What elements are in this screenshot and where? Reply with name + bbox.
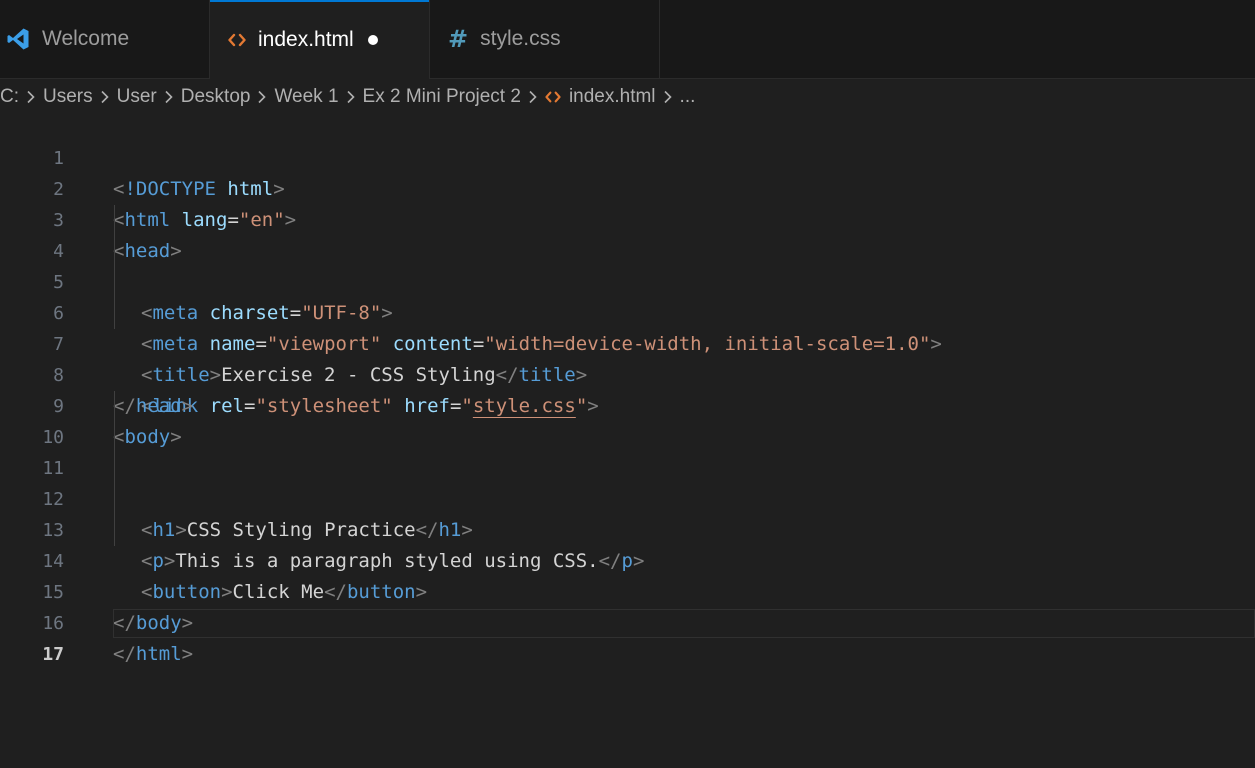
chevron-right-icon (528, 90, 538, 104)
breadcrumb-drive[interactable]: C: (0, 86, 19, 108)
code-line[interactable]: 6 <title>Exercise 2 - CSS Styling</title… (0, 267, 1255, 386)
chevron-right-icon (164, 90, 174, 104)
code-line[interactable]: 2 <html lang="en"> (0, 143, 1255, 231)
breadcrumb-week-1[interactable]: Week 1 (274, 86, 338, 108)
indent-guide (114, 453, 115, 484)
chevron-right-icon (26, 90, 36, 104)
tab-welcome[interactable]: Welcome (0, 0, 210, 78)
tag-name: html (135, 643, 182, 665)
code-line[interactable]: 7 <link rel="stylesheet" href="style.css… (0, 298, 1255, 417)
code-line[interactable]: 13 <button>Click Me</button> (0, 484, 1255, 603)
chevron-right-icon (257, 90, 267, 104)
code-line[interactable]: 16 </html> (0, 577, 1255, 665)
css-hash-icon: # (448, 25, 469, 53)
tab-bar: Welcome index.html # style.css (0, 0, 1255, 79)
tab-bar-empty-area[interactable] (660, 0, 1255, 78)
code-line[interactable]: 8 </head> (0, 329, 1255, 417)
current-line-highlight (113, 609, 1255, 638)
chevron-right-icon (100, 90, 110, 104)
breadcrumb-users[interactable]: Users (43, 86, 93, 108)
tab-label: index.html (258, 27, 354, 51)
tab-label: style.css (480, 27, 561, 50)
code-line[interactable]: 14 (0, 515, 1255, 572)
indent-guide (114, 422, 115, 453)
breadcrumb-file-label: index.html (568, 86, 656, 107)
breadcrumb-user[interactable]: User (117, 86, 157, 108)
indent-guide (114, 205, 115, 236)
indent-guide (114, 236, 115, 267)
code-area[interactable]: 1 <!DOCTYPE html> 2 <html lang="en"> 3 <… (0, 112, 1255, 665)
code-line[interactable]: 4 <meta charset="UTF-8"> (0, 205, 1255, 324)
code-line[interactable]: 10 (0, 391, 1255, 448)
breadcrumb-more[interactable]: ... (680, 86, 696, 108)
breadcrumb-project-folder[interactable]: Ex 2 Mini Project 2 (363, 86, 521, 108)
indent-guide (114, 267, 115, 298)
breadcrumb: C: Users User Desktop Week 1 Ex 2 Mini P… (0, 79, 1255, 115)
code-line[interactable]: 9 <body> (0, 360, 1255, 448)
vscode-logo-icon (6, 27, 30, 51)
line-number-current: 17 (42, 644, 64, 665)
indent-guide (114, 515, 115, 546)
code-line[interactable]: 1 <!DOCTYPE html> (0, 112, 1255, 200)
breadcrumb-file[interactable]: index.html (545, 86, 656, 108)
indent-guide (114, 484, 115, 515)
unsaved-dot-icon[interactable] (367, 34, 378, 45)
indent-guide (114, 298, 115, 329)
chevron-right-icon (663, 90, 673, 104)
tab-index-html[interactable]: index.html (210, 0, 430, 79)
code-line[interactable]: 5 <meta name="viewport" content="width=d… (0, 236, 1255, 355)
current-code-line[interactable]: 17 (0, 608, 1255, 665)
tab-style-css[interactable]: # style.css (430, 0, 660, 78)
code-line[interactable]: 3 <head> (0, 174, 1255, 262)
chevron-right-icon (346, 90, 356, 104)
html-file-icon (228, 32, 246, 48)
tab-label: Welcome (42, 27, 130, 50)
indent-guide (114, 391, 115, 422)
html-file-icon (545, 90, 561, 104)
code-line[interactable]: 15 </body> (0, 546, 1255, 634)
code-line[interactable]: 12 <p>This is a paragraph styled using C… (0, 453, 1255, 572)
code-line[interactable]: 11 <h1>CSS Styling Practice</h1> (0, 422, 1255, 541)
code-editor: Welcome index.html # style.css C: Users … (0, 0, 1255, 768)
line-content: </html> (113, 643, 194, 665)
breadcrumb-desktop[interactable]: Desktop (181, 86, 251, 108)
